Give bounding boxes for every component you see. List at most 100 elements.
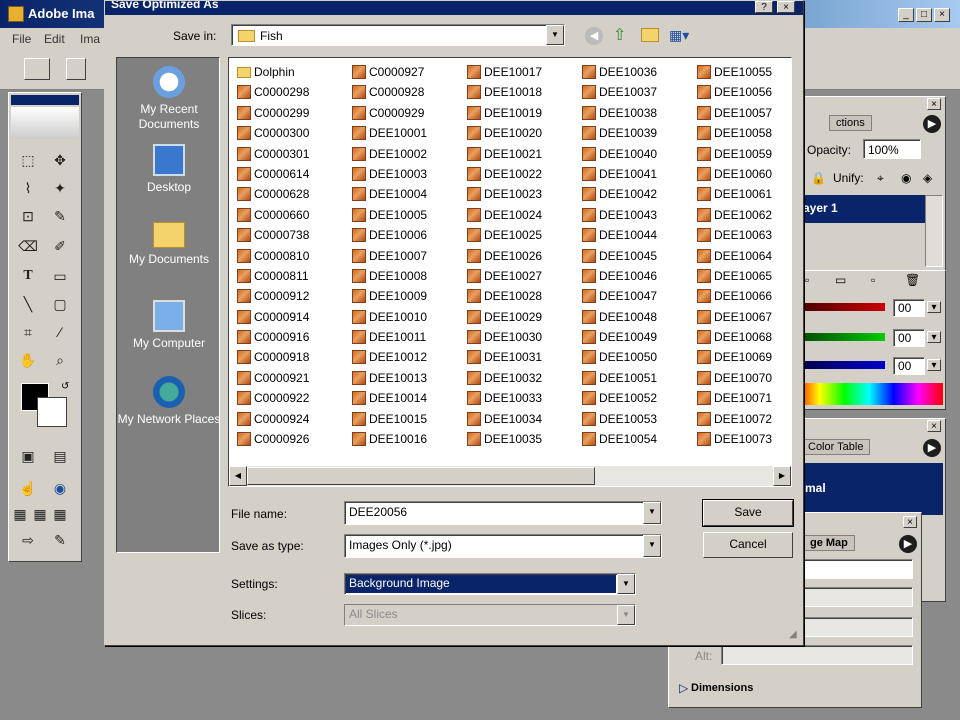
file-item[interactable]: DEE10065 — [695, 266, 791, 286]
dialog-close-button[interactable]: × — [777, 1, 795, 13]
file-item[interactable]: DEE10012 — [350, 347, 465, 367]
eraser-tool-icon[interactable]: ⌫ — [15, 235, 41, 257]
file-item[interactable]: DEE10031 — [465, 347, 580, 367]
tab-actions[interactable]: ctions — [829, 115, 872, 131]
file-item[interactable]: C0000922 — [235, 388, 350, 408]
file-item[interactable]: C0000929 — [350, 103, 465, 123]
crop-tool-icon[interactable]: ⊡ — [15, 205, 41, 227]
file-item[interactable]: C0000927 — [350, 62, 465, 82]
dialog-help-button[interactable]: ? — [755, 1, 773, 13]
file-item[interactable]: DEE10017 — [465, 62, 580, 82]
place-recent[interactable]: My Recent Documents — [117, 66, 221, 132]
cancel-button[interactable]: Cancel — [703, 532, 793, 558]
optimize-format-row[interactable]: mal — [793, 463, 943, 515]
layers-panel-close-icon[interactable]: × — [927, 98, 941, 110]
file-item[interactable]: DEE10008 — [350, 266, 465, 286]
file-item[interactable]: C0000924 — [235, 409, 350, 429]
red-value-input[interactable]: 00 — [893, 299, 925, 317]
settings-dropdown[interactable]: Background Image ▼ — [344, 573, 636, 595]
file-item[interactable]: C0000914 — [235, 307, 350, 327]
file-item[interactable]: DEE10016 — [350, 429, 465, 449]
image-map-field-1[interactable] — [803, 559, 913, 579]
move-tool-icon[interactable]: ✥ — [47, 149, 73, 171]
menu-file[interactable]: File — [12, 32, 31, 46]
toggle-slices-icon[interactable]: ▣ — [15, 445, 41, 467]
file-item[interactable]: DEE10014 — [350, 388, 465, 408]
place-my-computer[interactable]: My Computer — [117, 300, 221, 351]
layers-scrollbar[interactable] — [925, 195, 943, 267]
file-name-dropdown-icon[interactable]: ▼ — [643, 502, 661, 524]
settings-chevron-icon[interactable]: ▼ — [617, 574, 635, 594]
unify-visibility-icon[interactable]: ◉ — [901, 171, 911, 185]
file-item[interactable]: DEE10029 — [465, 307, 580, 327]
brush-tool-icon[interactable]: ✐ — [47, 235, 73, 257]
file-item[interactable]: DEE10064 — [695, 246, 791, 266]
file-item[interactable]: DEE10020 — [465, 123, 580, 143]
file-item[interactable]: DEE10026 — [465, 246, 580, 266]
eyedropper-tool-icon[interactable]: ⁄ — [47, 321, 73, 343]
horizontal-scrollbar[interactable]: ◀ ▶ — [229, 466, 791, 486]
file-item[interactable]: DEE10036 — [580, 62, 695, 82]
file-item[interactable]: C0000738 — [235, 225, 350, 245]
jump-to-photoshop-icon[interactable]: ⇨ — [15, 529, 41, 551]
blue-dropdown-icon[interactable]: ▾ — [927, 359, 941, 371]
file-item[interactable]: DEE10004 — [350, 184, 465, 204]
crop-icon[interactable]: ⌗ — [15, 321, 41, 343]
dimensions-arrow-icon[interactable]: ▷ — [679, 681, 688, 695]
file-item[interactable]: DEE10034 — [465, 409, 580, 429]
file-item[interactable]: DEE10011 — [350, 327, 465, 347]
place-my-documents[interactable]: My Documents — [117, 222, 221, 267]
preview-in-browser-icon[interactable]: ◉ — [47, 477, 73, 499]
edit-icon[interactable]: ✎ — [47, 529, 73, 551]
file-item[interactable]: DEE10061 — [695, 184, 791, 204]
file-item[interactable]: DEE10001 — [350, 123, 465, 143]
minimize-button[interactable]: _ — [898, 8, 914, 22]
background-color-swatch[interactable] — [37, 397, 67, 427]
slice-tool-icon[interactable]: ✎ — [47, 205, 73, 227]
color-table-close-icon[interactable]: × — [927, 420, 941, 432]
file-item[interactable]: DEE10003 — [350, 164, 465, 184]
file-item[interactable]: DEE10068 — [695, 327, 791, 347]
layer-row-selected[interactable]: ayer 1 — [793, 195, 925, 223]
resize-grip-icon[interactable]: ◢ — [789, 629, 797, 640]
blue-value-input[interactable]: 00 — [893, 357, 925, 375]
file-item[interactable]: C0000614 — [235, 164, 350, 184]
file-item[interactable]: DEE10050 — [580, 347, 695, 367]
new-folder-icon[interactable] — [641, 28, 659, 42]
file-item[interactable]: DEE10007 — [350, 246, 465, 266]
file-item[interactable]: DEE10015 — [350, 409, 465, 429]
green-slider[interactable] — [797, 333, 885, 341]
menu-edit[interactable]: Edit — [44, 32, 65, 46]
file-item[interactable]: DEE10049 — [580, 327, 695, 347]
file-item[interactable]: DEE10027 — [465, 266, 580, 286]
file-item[interactable]: DEE10070 — [695, 368, 791, 388]
tab-color-table[interactable]: Color Table — [801, 439, 871, 455]
file-item[interactable]: DEE10063 — [695, 225, 791, 245]
file-item[interactable]: C0000928 — [350, 82, 465, 102]
lock-icon[interactable]: 🔒 — [811, 171, 826, 185]
save-in-dropdown[interactable]: Fish ▼ — [231, 24, 565, 46]
file-item[interactable]: DEE10005 — [350, 205, 465, 225]
hand-tool-icon[interactable]: ✋ — [15, 349, 41, 371]
file-item[interactable]: DEE10013 — [350, 368, 465, 388]
file-item[interactable]: C0000300 — [235, 123, 350, 143]
file-item[interactable]: DEE10072 — [695, 409, 791, 429]
file-item[interactable]: DEE10032 — [465, 368, 580, 388]
place-desktop[interactable]: Desktop — [117, 144, 221, 195]
screen-mode-fullmax-icon[interactable]: ▦ — [51, 503, 69, 525]
file-item[interactable]: DEE10033 — [465, 388, 580, 408]
file-item[interactable]: DEE10046 — [580, 266, 695, 286]
color-spectrum[interactable] — [795, 383, 943, 405]
red-dropdown-icon[interactable]: ▾ — [927, 301, 941, 313]
file-item[interactable]: DEE10055 — [695, 62, 791, 82]
file-item[interactable]: DEE10047 — [580, 286, 695, 306]
file-item[interactable]: DEE10059 — [695, 144, 791, 164]
file-item[interactable]: DEE10002 — [350, 144, 465, 164]
file-item[interactable]: DEE10062 — [695, 205, 791, 225]
file-item[interactable]: DEE10010 — [350, 307, 465, 327]
file-item[interactable]: C0000299 — [235, 103, 350, 123]
file-item[interactable]: Dolphin — [235, 62, 350, 82]
zoom-tool-icon[interactable]: ⌕ — [47, 349, 73, 371]
file-item[interactable]: DEE10060 — [695, 164, 791, 184]
swap-colors-icon[interactable]: ↺ — [61, 381, 69, 392]
